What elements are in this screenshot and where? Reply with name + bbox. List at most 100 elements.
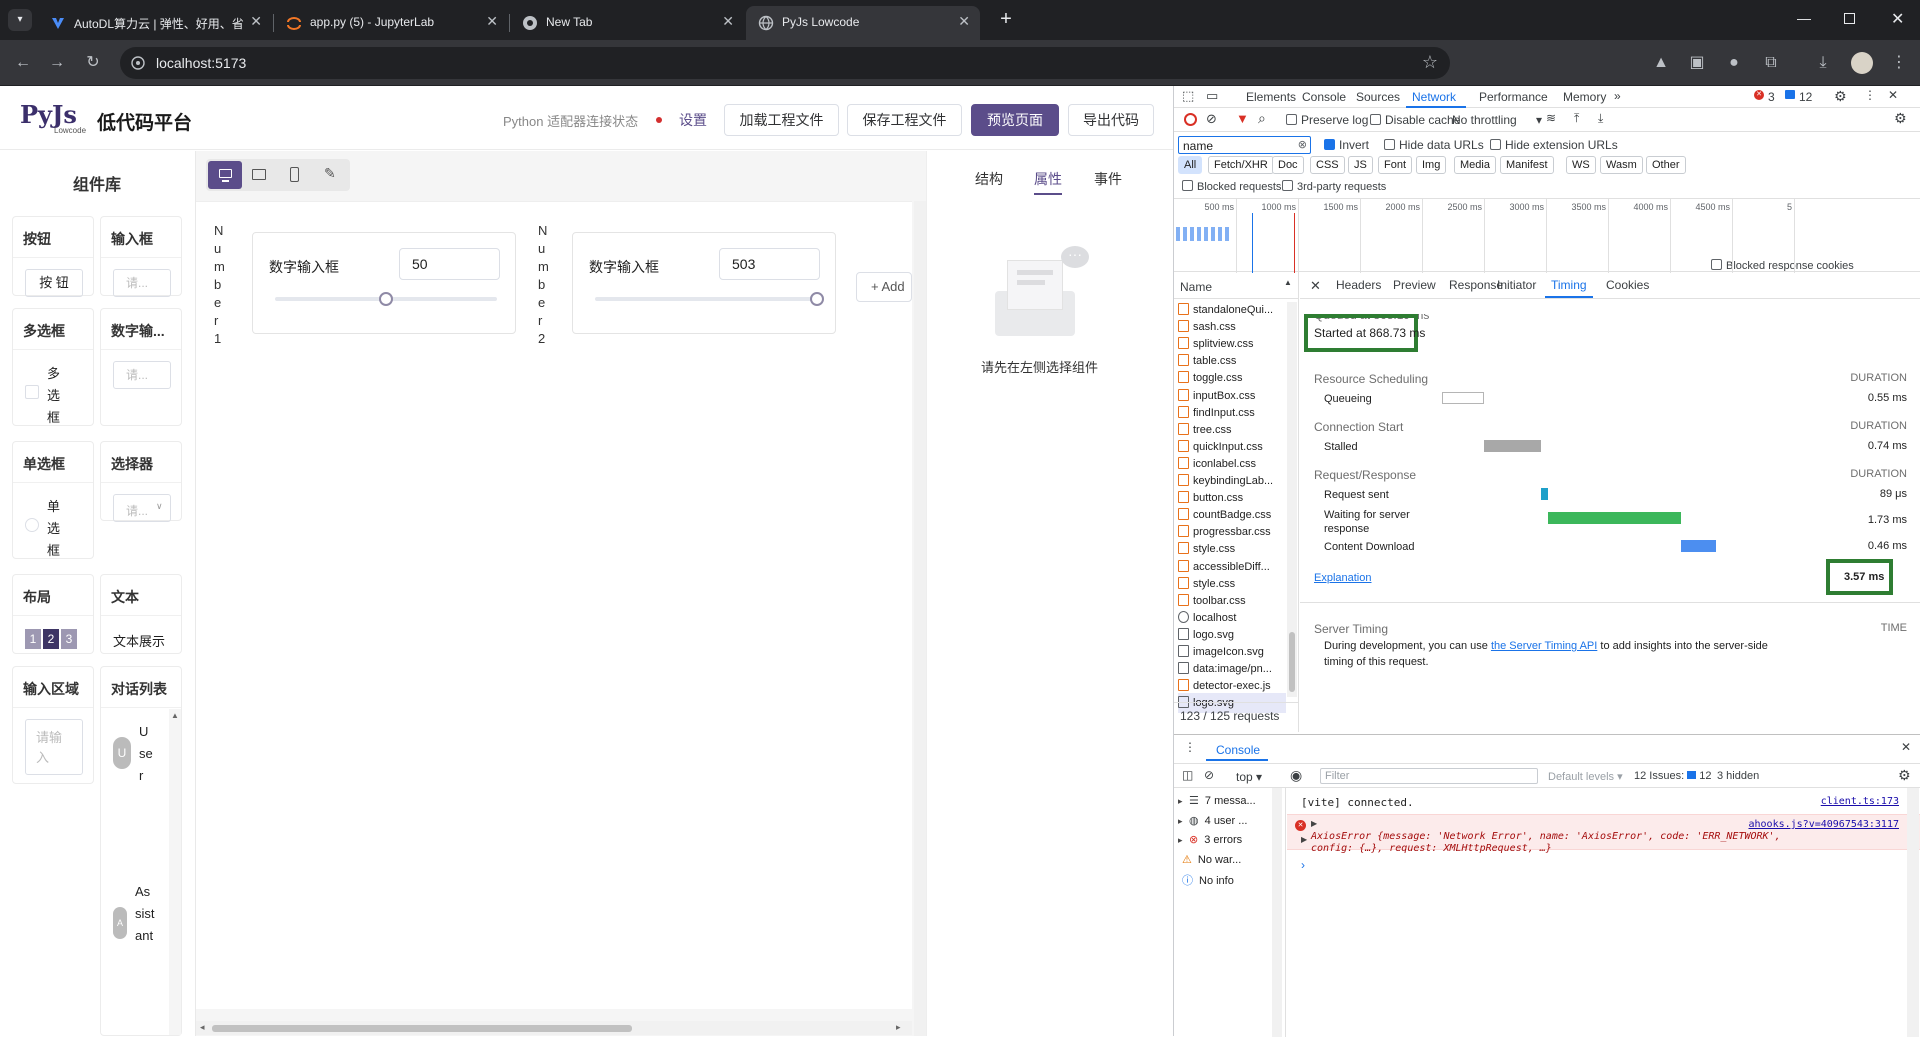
close-details-icon[interactable]: ✕ [1310,278,1321,294]
type-filter-css[interactable]: CSS [1310,156,1345,174]
close-window-icon[interactable]: ✕ [1891,9,1904,29]
server-timing-api-link[interactable]: the Server Timing API [1491,640,1597,652]
type-filter-wasm[interactable]: Wasm [1600,156,1643,174]
console-scrollbar[interactable] [1907,788,1919,1037]
console-sidebar-item[interactable]: ▸ ☰ 7 messa... [1178,794,1278,812]
component-textarea[interactable]: 输入区域 请输入 [12,666,94,784]
minimize-icon[interactable]: — [1797,10,1811,26]
type-filter-img[interactable]: Img [1416,156,1447,174]
forward-icon[interactable]: → [46,52,68,74]
extension-icon[interactable]: ▣ [1686,52,1708,74]
browser-tab[interactable]: AutoDL算力云 | 弹性、好用、省 ✕ [38,6,272,40]
download-icon[interactable]: ⤓ [1812,52,1834,74]
details-tab-timing[interactable]: Timing [1551,278,1587,292]
type-filter-media[interactable]: Media [1454,156,1496,174]
expand-arrow-icon[interactable]: ▶ [1301,835,1307,844]
address-bar[interactable]: localhost:5173 ☆ [120,47,1450,79]
console-source-link[interactable]: ahooks.js?v=40967543:3117 [1748,819,1899,830]
site-info-icon[interactable] [130,55,146,71]
console-sidebar-item[interactable]: ▸ ◍ 4 user ... [1178,814,1278,832]
details-tab-response[interactable]: Response [1449,278,1503,292]
component-button[interactable]: 按钮 按 钮 [12,216,94,297]
add-block-button[interactable]: + Add [856,272,912,302]
component-layout[interactable]: 布局 1 2 3 [12,574,94,654]
filter-funnel-icon[interactable]: ▼ [1236,111,1249,126]
type-filter-font[interactable]: Font [1378,156,1413,174]
console-sidebar-item[interactable]: ▸ ⊗ 3 errors [1178,833,1278,851]
third-party-checkbox[interactable]: 3rd-party requests [1282,180,1386,193]
console-sidebar-item[interactable]: ⓘ No info [1178,872,1278,890]
browser-tab-active[interactable]: PyJs Lowcode ✕ [746,6,980,40]
export-har-icon[interactable]: ⤓ [1598,111,1603,126]
error-count[interactable]: 3 [1768,90,1775,104]
close-tab-icon[interactable]: ✕ [486,13,498,30]
settings-gear-icon[interactable]: ⚙ [1834,88,1847,105]
close-tab-icon[interactable]: ✕ [958,13,970,30]
component-checkbox[interactable]: 多选框 多 选 框 [12,308,94,426]
back-icon[interactable]: ← [12,52,34,74]
issues-count[interactable]: 12 [1799,90,1812,104]
more-menu-icon[interactable]: ⋮ [1888,52,1910,74]
console-settings-icon[interactable]: ⚙ [1898,767,1911,784]
mobile-icon[interactable] [290,167,299,182]
type-filter-doc[interactable]: Doc [1272,156,1304,174]
canvas-vertical-scrollbar[interactable] [914,201,926,1036]
details-tab-initiator[interactable]: Initiator [1497,278,1536,292]
close-tab-icon[interactable]: ✕ [250,13,262,30]
drawer-menu-icon[interactable]: ⋮ [1184,740,1196,754]
console-sidebar-toggle-icon[interactable]: ◫ [1182,768,1193,782]
component-radio[interactable]: 单选框 单 选 框 [12,441,94,559]
disable-cache-checkbox[interactable]: Disable cache [1370,113,1460,127]
type-filter-other[interactable]: Other [1646,156,1686,174]
live-expression-eye-icon[interactable]: ◉ [1290,767,1302,784]
search-icon[interactable]: ⌕ [1258,110,1266,127]
tab-structure[interactable]: 结构 [975,169,1003,189]
type-filter-js[interactable]: JS [1348,156,1373,174]
close-devtools-icon[interactable]: ✕ [1888,88,1898,102]
type-filter-ws[interactable]: WS [1566,156,1596,174]
slider-thumb[interactable] [810,292,824,306]
clear-icon[interactable]: ⊘ [1206,111,1217,127]
type-filter-fetchxhr[interactable]: Fetch/XHR [1208,156,1274,174]
request-list-scrollbar[interactable] [1287,302,1297,697]
details-tab-cookies[interactable]: Cookies [1606,278,1649,292]
settings-link[interactable]: 设置 [679,110,707,130]
load-project-button[interactable]: 加载工程文件 [724,104,839,136]
component-select[interactable]: 选择器 请... ∨ [100,441,182,522]
issues-icon[interactable] [1785,90,1795,99]
type-filter-all[interactable]: All [1178,156,1203,174]
reload-icon[interactable]: ↻ [82,52,104,74]
throttling-select[interactable]: No throttling ▾ [1452,113,1542,127]
edit-icon[interactable]: ✎ [324,165,336,182]
console-drawer-tab[interactable]: Console [1216,743,1260,757]
explanation-link[interactable]: Explanation [1314,572,1372,584]
component-text[interactable]: 文本 文本展示 [100,574,182,654]
blocked-requests-checkbox[interactable]: Blocked requests [1182,180,1281,193]
slider-track[interactable] [595,297,817,301]
filter-input[interactable]: name ⊗ [1178,136,1311,154]
save-project-button[interactable]: 保存工程文件 [847,104,962,136]
devtools-tab-sources[interactable]: Sources [1356,90,1400,108]
console-sidebar-scrollbar[interactable] [1272,788,1282,1037]
tablet-icon[interactable] [252,169,266,180]
error-icon[interactable]: ✕ [1754,90,1764,100]
hide-data-urls-checkbox[interactable]: Hide data URLs [1384,138,1484,152]
browser-tab[interactable]: app.py (5) - JupyterLab ✕ [274,6,508,40]
component-input[interactable]: 输入框 请... [100,216,182,297]
tab-events[interactable]: 事件 [1094,169,1122,189]
export-code-button[interactable]: 导出代码 [1068,104,1154,136]
device-mode-icon[interactable]: ▭ [1206,88,1218,104]
record-stop-icon[interactable] [1184,113,1197,126]
hide-extension-urls-checkbox[interactable]: Hide extension URLs [1490,138,1618,152]
tab-properties[interactable]: 属性 [1034,169,1062,189]
scroll-thumb[interactable] [212,1025,632,1032]
close-tab-icon[interactable]: ✕ [722,13,734,30]
clear-filter-icon[interactable]: ⊗ [1298,138,1307,151]
extension-triangle-icon[interactable]: ▲ [1650,52,1672,74]
component-chat-list[interactable]: 对话列表 U User A Assistant ▲ [100,666,182,1036]
chat-scrollbar[interactable]: ▲ [169,709,181,1035]
network-settings-icon[interactable]: ⚙ [1894,110,1907,127]
context-select[interactable]: top ▾ [1236,770,1262,784]
devtools-tab-memory[interactable]: Memory [1563,90,1606,108]
browser-tab[interactable]: New Tab ✕ [510,6,744,40]
